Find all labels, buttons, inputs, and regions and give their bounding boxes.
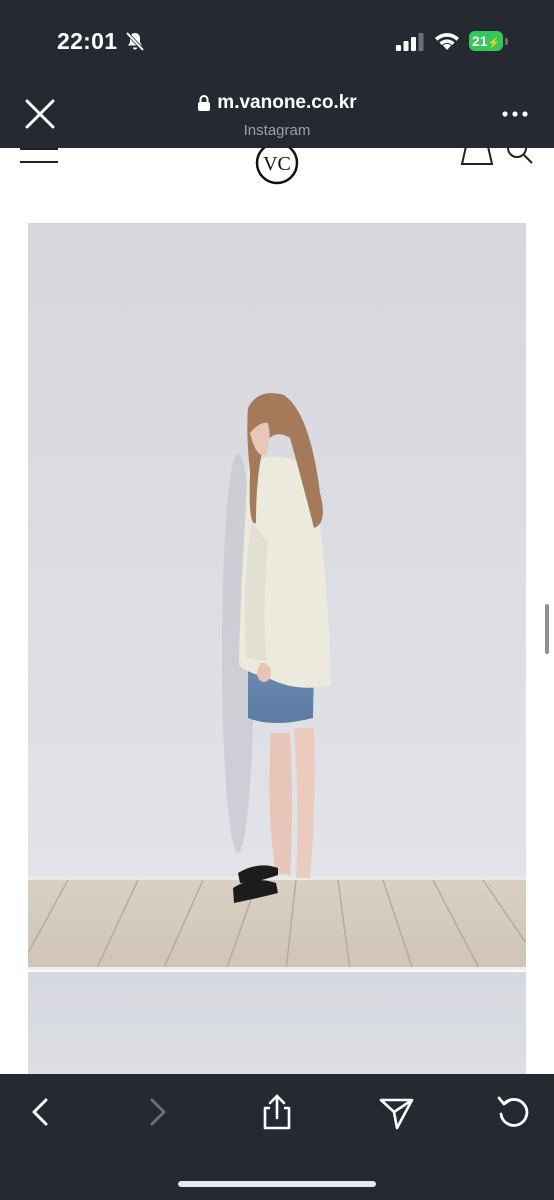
charging-bolt-icon: ⚡ — [487, 38, 501, 49]
status-time: 22:01 — [57, 28, 118, 54]
battery-nub — [505, 38, 508, 45]
search-icon[interactable] — [505, 148, 535, 166]
bell-muted-icon — [125, 31, 145, 52]
url-row: m.vanone.co.kr — [197, 92, 357, 114]
battery-percent: 21 — [471, 33, 488, 49]
product-photo-next[interactable] — [28, 972, 526, 1074]
scroll-indicator[interactable] — [545, 604, 549, 654]
send-icon[interactable] — [374, 1090, 418, 1134]
more-icon[interactable] — [500, 106, 530, 122]
address-area[interactable]: m.vanone.co.kr Instagram — [0, 92, 554, 139]
site-logo[interactable]: VC — [254, 148, 300, 186]
home-indicator[interactable] — [178, 1181, 376, 1187]
forward-icon[interactable] — [136, 1090, 180, 1134]
refresh-icon[interactable] — [492, 1090, 536, 1134]
wifi-icon — [435, 33, 459, 50]
status-bar: 22:01 21⚡ — [0, 0, 554, 80]
site-logo-text: VC — [263, 153, 291, 175]
menu-icon[interactable] — [20, 148, 58, 166]
browser-header: m.vanone.co.kr Instagram — [0, 80, 554, 148]
cellular-signal-icon — [396, 33, 424, 51]
share-icon[interactable] — [255, 1090, 299, 1134]
battery-level: 21⚡ — [469, 31, 503, 51]
site-header: VC — [0, 148, 554, 198]
battery-indicator: 21⚡ — [469, 31, 509, 51]
back-icon[interactable] — [18, 1090, 62, 1134]
browser-subtitle: Instagram — [243, 122, 311, 139]
bag-icon[interactable] — [460, 148, 494, 166]
lock-icon — [198, 95, 211, 111]
product-photo[interactable] — [28, 223, 526, 970]
url-text: m.vanone.co.kr — [217, 92, 357, 113]
